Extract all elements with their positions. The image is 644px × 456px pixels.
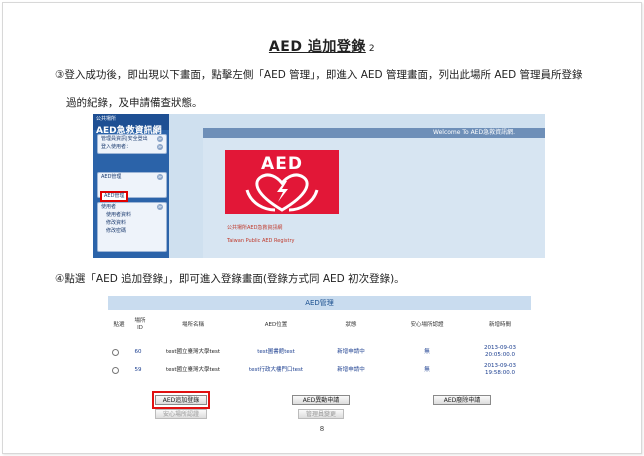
expand-icon[interactable]: ≫	[157, 144, 163, 150]
row-status: 新增申請中	[337, 367, 365, 373]
sidebar-item-user-data[interactable]: 使用者資料	[98, 211, 166, 219]
sidebar-item-aed-management[interactable]: AED管理	[100, 191, 129, 202]
aed-change-button[interactable]: AED異動申請	[292, 395, 350, 405]
sidebar-aed-heading-label: AED管理	[101, 174, 122, 180]
screenshot-aed-home: 公共場所 AED急救資訊網 管理員資訊|安全登出 ≫ 登入使用者： ≫ AED管理 ≫…	[93, 114, 545, 258]
document-title: AED 追加登錄 2	[0, 36, 644, 56]
expand-icon[interactable]: ≫	[157, 136, 163, 142]
row-place: test國立臺灣大學test	[165, 367, 221, 373]
logo-subtitle-english: Taiwan Public AED Registry	[227, 238, 295, 244]
row-date: 2013-09-03	[484, 345, 516, 351]
expand-icon[interactable]: ≫	[157, 174, 163, 180]
column-header-status: 狀態	[345, 322, 357, 328]
sidebar-header-small: 公共場所	[96, 116, 117, 122]
aed-logo: AED	[225, 150, 339, 214]
safe-cert-button[interactable]: 安心場所認證	[155, 409, 207, 419]
welcome-banner: Welcome To AED急救資訊網.	[203, 128, 545, 138]
row-place: test國立臺灣大學test	[165, 349, 221, 355]
step3-paragraph-line1: ③登入成功後，即出現以下畫面，點擊左側「AED 管理」，即進入 AED 管理畫面…	[55, 69, 583, 81]
aed-remove-button[interactable]: AED廢除申請	[433, 395, 491, 405]
row-cert: 無	[424, 367, 430, 373]
sidebar-item-change-password[interactable]: 修改密碼	[98, 227, 166, 235]
column-header-location: AED位置	[264, 322, 288, 328]
row-id[interactable]: 60	[130, 349, 146, 356]
column-header-select: 點選	[113, 322, 125, 328]
sidebar-user-mgmt-heading-label: 使用者	[101, 204, 117, 210]
row-location[interactable]: test圖書館test	[236, 349, 316, 356]
row-status: 新增申請中	[337, 349, 365, 355]
sidebar-user-row-2-label: 登入使用者：	[101, 144, 132, 150]
column-header-cert: 安心場所認證	[410, 322, 444, 328]
heart-hands-icon	[245, 173, 319, 212]
title-marker: 2	[368, 44, 376, 54]
sidebar-item-edit-data[interactable]: 修改資料	[98, 219, 166, 227]
column-header-place: 場所名稱	[181, 322, 204, 328]
sidebar-user-box: 管理員資訊|安全登出 ≫ 登入使用者： ≫	[97, 134, 167, 154]
sidebar-user-row-2[interactable]: 登入使用者： ≫	[98, 143, 166, 151]
row-location[interactable]: test行政大樓門口test	[236, 367, 316, 374]
screenshot-aed-management: AED管理 點選 場所 ID 場所名稱 AED位置 狀態 安心場所認證 新增時間…	[108, 296, 531, 422]
logo-subtitle-chinese: 公共場所AED急救資訊網	[227, 225, 283, 231]
step4-paragraph: ④點選「AED 追加登錄」，即可進入登錄畫面(登錄方式同 AED 初次登錄)。	[55, 273, 405, 285]
row-cert: 無	[424, 349, 430, 355]
aed-add-button[interactable]: AED追加登錄	[155, 395, 207, 405]
column-header-id: 場所 ID	[134, 318, 146, 331]
row-date: 2013-09-03	[484, 363, 516, 369]
sidebar: 公共場所 AED急救資訊網 管理員資訊|安全登出 ≫ 登入使用者： ≫ AED管理 ≫…	[93, 114, 169, 258]
sidebar-aed-box: AED管理 ≫ AED管理	[97, 172, 167, 202]
sidebar-user-mgmt-box: 使用者 ≫ 使用者資料 修改資料 修改密碼	[97, 202, 167, 252]
sidebar-user-row-1-label: 管理員資訊|安全登出	[101, 136, 148, 142]
sidebar-user-row-1[interactable]: 管理員資訊|安全登出 ≫	[98, 135, 166, 143]
sidebar-aed-heading: AED管理 ≫	[98, 173, 166, 181]
column-header-date: 新增時間	[488, 322, 511, 328]
sidebar-user-mgmt-heading: 使用者 ≫	[98, 203, 166, 211]
row-select-radio[interactable]	[112, 367, 119, 374]
aed-management-header: AED管理	[108, 296, 531, 310]
expand-icon[interactable]: ≫	[157, 204, 163, 210]
manager-change-button[interactable]: 管理員變更	[298, 409, 344, 419]
row-id[interactable]: 59	[130, 367, 146, 374]
row-time: 19:58:00.0	[485, 370, 515, 376]
document-title-text: AED 追加登錄	[268, 39, 366, 55]
row-select-radio[interactable]	[112, 349, 119, 356]
page-number: 8	[319, 425, 325, 433]
row-time: 20:05:00.0	[485, 352, 515, 358]
step3-paragraph-line2: 過的紀錄，及申請備查狀態。	[66, 97, 203, 109]
main-pane: Welcome To AED急救資訊網. AED 公共場所AED急救資訊網 Ta…	[203, 128, 545, 258]
